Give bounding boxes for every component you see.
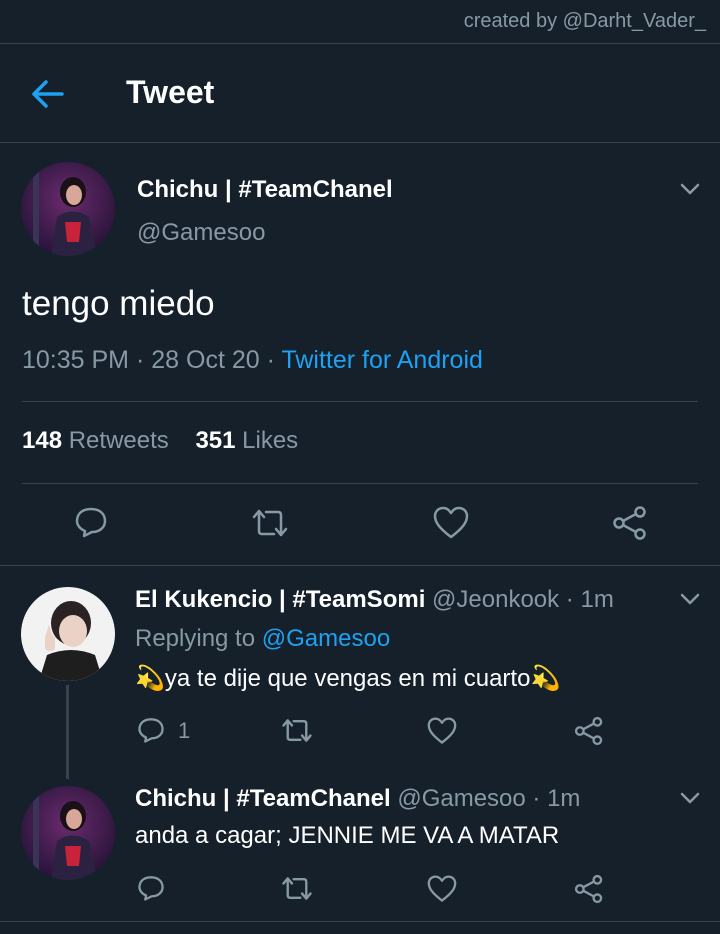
like-button[interactable] <box>427 875 457 903</box>
like-icon <box>427 717 457 744</box>
like-icon <box>433 506 469 539</box>
share-icon <box>613 506 646 540</box>
divider <box>0 43 720 44</box>
tweet-meta: 10:35 PM · 28 Oct 20 · Twitter for Andro… <box>22 346 483 375</box>
reply-options-button[interactable] <box>678 786 702 810</box>
likes-stat[interactable]: 351 Likes <box>195 427 298 454</box>
reply-text: 💫ya te dije que vengas en mi cuarto💫 <box>135 665 561 692</box>
replying-mention-link[interactable]: @Gamesoo <box>262 625 390 652</box>
likes-count: 351 <box>195 427 236 454</box>
author-handle[interactable]: @Jeonkook <box>432 586 559 613</box>
retweets-label: Retweets <box>68 427 169 454</box>
meta-separator: · <box>135 346 145 374</box>
like-button[interactable] <box>427 717 457 745</box>
author-name[interactable]: Chichu | #TeamChanel <box>137 176 393 204</box>
reply-icon <box>138 718 164 743</box>
divider <box>0 921 720 922</box>
retweets-stat[interactable]: 148 Retweets <box>22 427 169 454</box>
back-button[interactable] <box>30 78 66 110</box>
meta-separator: · <box>266 346 275 374</box>
divider <box>22 401 698 402</box>
retweet-button[interactable] <box>280 717 314 744</box>
retweet-button[interactable] <box>250 507 290 539</box>
reply-button[interactable] <box>137 716 165 744</box>
back-arrow-icon <box>32 80 64 108</box>
retweet-icon <box>252 509 288 537</box>
likes-label: Likes <box>242 427 299 454</box>
tweet-stats: 148 Retweets 351 Likes <box>22 427 298 455</box>
reply-header: Chichu | #TeamChanel @Gamesoo · 1m <box>135 785 581 812</box>
author-handle[interactable]: @Gamesoo <box>397 785 525 812</box>
reply-header: El Kukencio | #TeamSomi @Jeonkook · 1m <box>135 586 614 613</box>
retweets-count: 148 <box>22 427 63 454</box>
tweet-time: 10:35 PM <box>22 346 130 374</box>
reply-icon <box>138 876 164 901</box>
reply-time: 1m <box>547 785 581 812</box>
author-name[interactable]: Chichu | #TeamChanel <box>135 785 391 812</box>
chevron-down-icon <box>680 593 700 605</box>
reply-options-button[interactable] <box>678 587 702 611</box>
reply-button[interactable] <box>74 505 108 539</box>
author-name[interactable]: El Kukencio | #TeamSomi <box>135 586 425 613</box>
reply-icon <box>75 507 107 538</box>
chevron-down-icon <box>680 792 700 804</box>
avatar[interactable] <box>21 162 115 256</box>
retweet-button[interactable] <box>280 875 314 902</box>
share-button[interactable] <box>574 874 604 904</box>
like-icon <box>427 875 457 902</box>
replying-to: Replying to @Gamesoo <box>135 625 390 653</box>
reply-text: anda a cagar; JENNIE ME VA A MATAR <box>135 822 560 849</box>
retweet-icon <box>282 877 312 900</box>
divider <box>0 142 720 143</box>
share-button[interactable] <box>612 505 648 541</box>
thread-connector <box>66 685 69 779</box>
avatar[interactable] <box>21 786 115 880</box>
share-icon <box>574 716 603 746</box>
like-button[interactable] <box>433 506 469 540</box>
reply-time: 1m <box>580 586 614 613</box>
divider <box>22 483 698 484</box>
chevron-down-icon <box>680 183 700 195</box>
tweet-text: tengo miedo <box>22 284 215 323</box>
retweet-icon <box>282 719 312 742</box>
avatar[interactable] <box>21 587 115 681</box>
author-handle[interactable]: @Gamesoo <box>137 219 265 247</box>
tweet-options-button[interactable] <box>678 177 702 201</box>
share-icon <box>574 874 603 904</box>
tweet-source-link[interactable]: Twitter for Android <box>281 346 482 374</box>
share-button[interactable] <box>574 716 604 746</box>
replying-prefix: Replying to <box>135 625 256 652</box>
divider <box>0 565 720 566</box>
reply-button[interactable] <box>137 874 165 902</box>
tweet-date: 28 Oct 20 <box>151 346 260 374</box>
watermark: created by @Darht_Vader_ <box>463 10 706 32</box>
reply-count: 1 <box>178 718 191 743</box>
page-title: Tweet <box>126 74 215 110</box>
